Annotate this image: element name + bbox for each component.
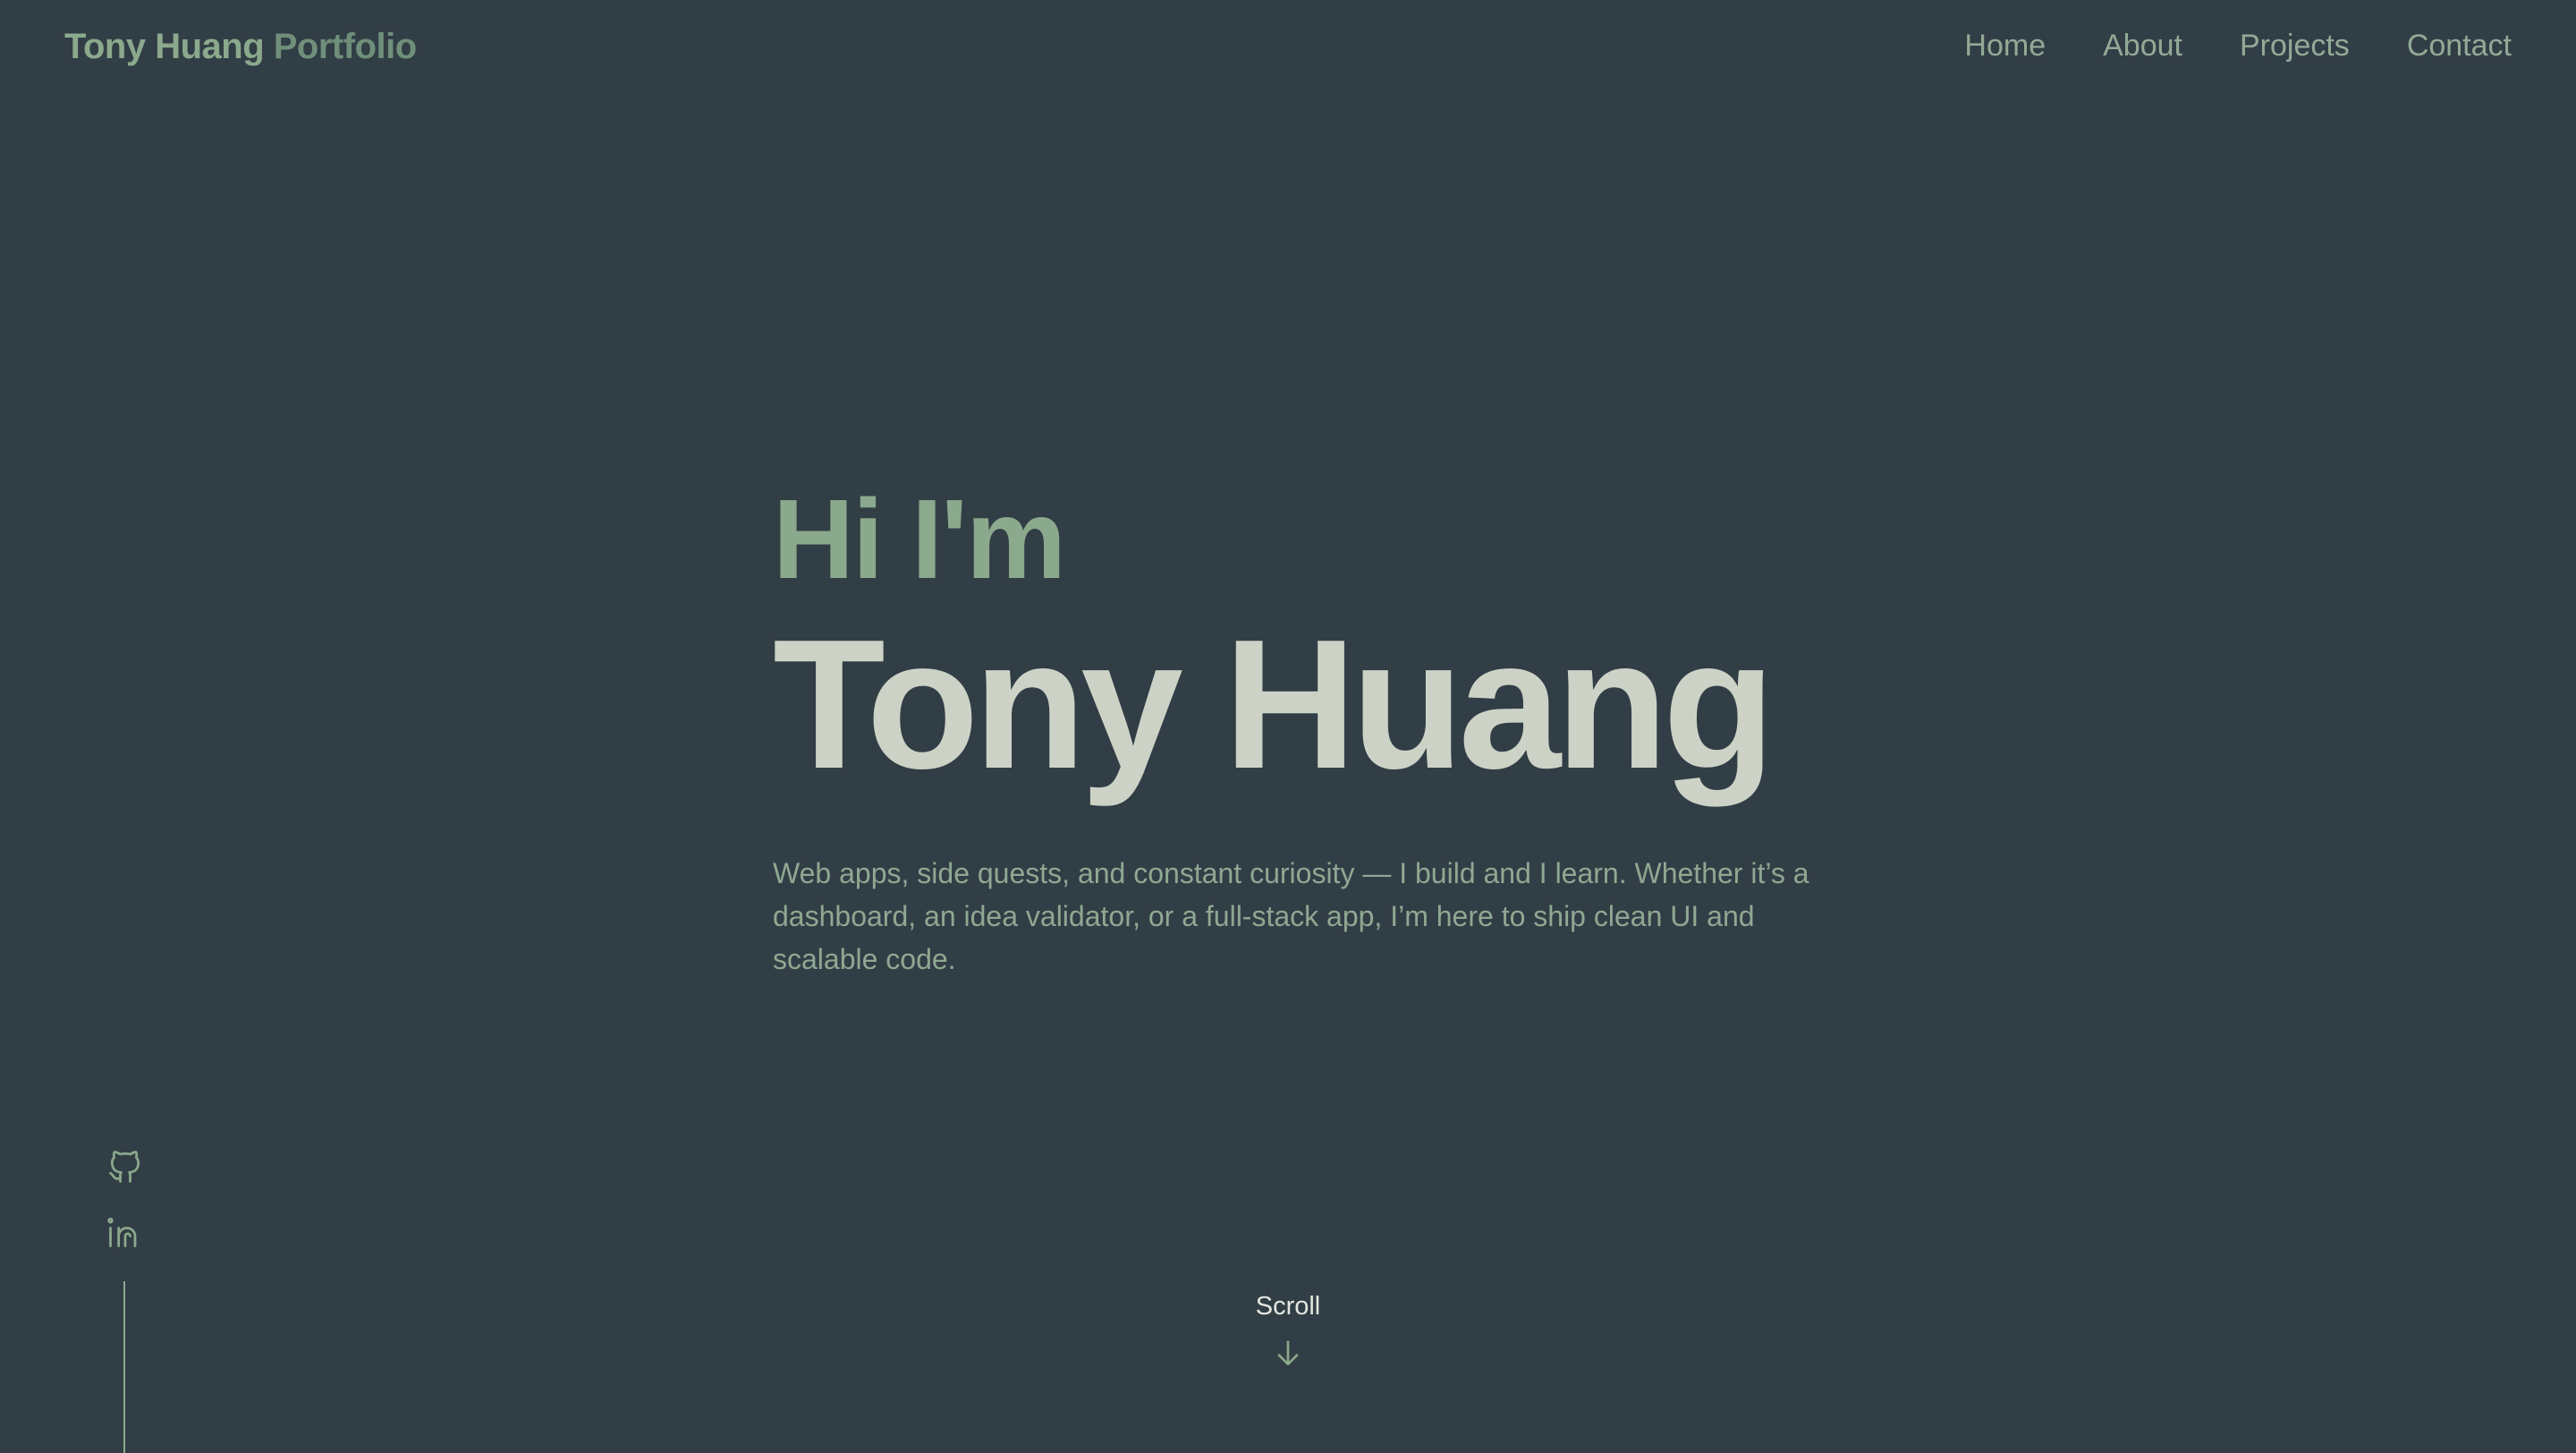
site-header: Tony Huang Portfolio Home About Projects… <box>0 0 2576 95</box>
hero-tagline: Web apps, side quests, and constant curi… <box>773 857 1809 975</box>
nav-home[interactable]: Home <box>1964 29 2046 64</box>
nav-contact[interactable]: Contact <box>2407 29 2512 64</box>
hero-section: Hi I'm Tony Huang Web apps, side quests,… <box>773 483 1846 981</box>
scroll-indicator[interactable]: Scroll <box>1199 1292 1377 1372</box>
hero-greeting: Hi I'm <box>773 476 1066 602</box>
social-divider-line <box>123 1281 125 1453</box>
nav-projects[interactable]: Projects <box>2240 29 2350 64</box>
scroll-label: Scroll <box>1255 1292 1321 1321</box>
brand-suffix: Portfolio <box>273 27 417 66</box>
brand-name: Tony Huang <box>64 27 265 66</box>
hero-name: Tony Huang <box>773 601 1775 807</box>
page: Tony Huang Portfolio Home About Projects… <box>0 0 2576 1453</box>
main-nav: Home About Projects Contact <box>1964 29 2512 64</box>
brand-logo[interactable]: Tony Huang Portfolio <box>64 27 417 67</box>
nav-about[interactable]: About <box>2103 29 2182 64</box>
linkedin-icon[interactable] <box>106 1213 145 1253</box>
arrow-down-icon <box>1277 1340 1299 1365</box>
github-icon[interactable] <box>106 1147 145 1186</box>
social-links <box>106 1147 145 1279</box>
